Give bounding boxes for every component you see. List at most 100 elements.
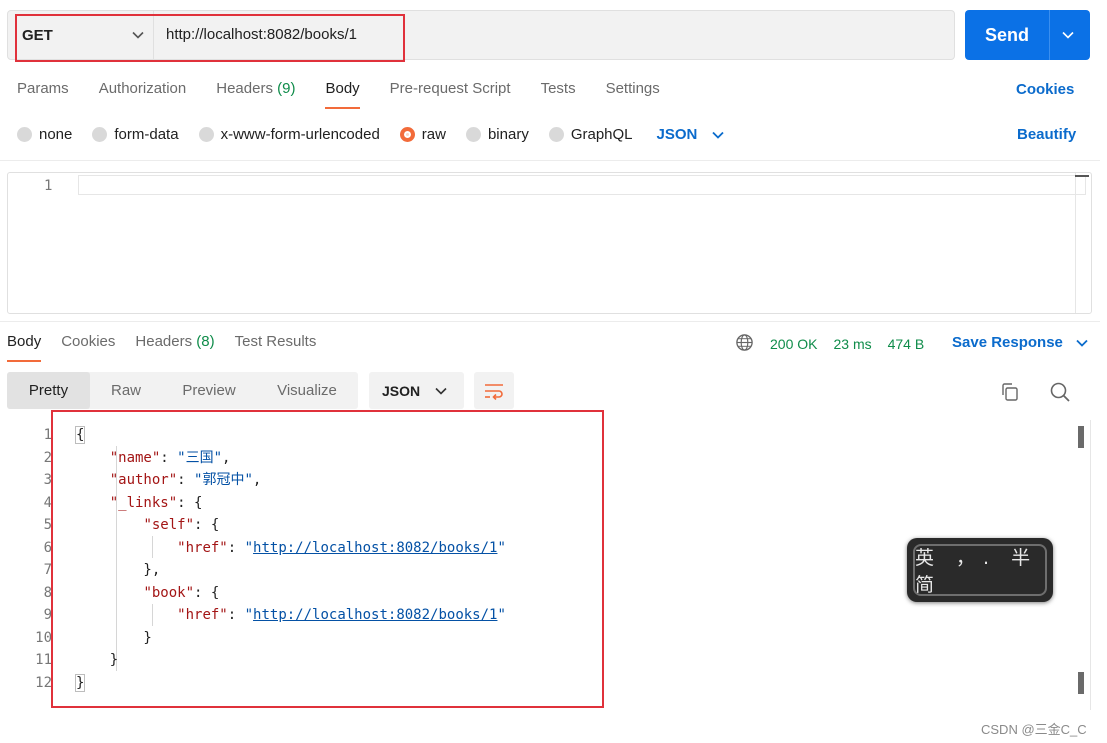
- line-number: 6: [43, 539, 52, 556]
- tab-headers[interactable]: Headers (9): [216, 80, 295, 110]
- code-line: },: [76, 562, 161, 578]
- line-number: 12: [35, 674, 52, 691]
- tab-label: Cookies: [61, 333, 116, 350]
- ime-indicator[interactable]: 英 ，. 半 简: [907, 538, 1053, 602]
- tab-test-results[interactable]: Test Results: [235, 333, 317, 363]
- chevron-down-icon: [435, 387, 447, 395]
- wrap-lines-button[interactable]: [474, 372, 514, 409]
- json-key: "name": [109, 449, 161, 466]
- json-link[interactable]: http://localhost:8082/books/1: [253, 540, 497, 556]
- divider: [153, 11, 154, 59]
- tab-preview[interactable]: Preview: [162, 372, 256, 409]
- json-key: "_links": [109, 494, 178, 511]
- tab-body[interactable]: Body: [325, 80, 360, 110]
- tab-label: Settings: [605, 80, 660, 97]
- cookies-link[interactable]: Cookies: [1016, 81, 1074, 98]
- tab-label: Params: [17, 80, 69, 97]
- code-line: "href": "http://localhost:8082/books/1": [177, 539, 506, 556]
- radio-label: none: [39, 126, 73, 143]
- tab-raw[interactable]: Raw: [90, 372, 162, 409]
- scrollbar-track[interactable]: [1090, 420, 1091, 710]
- search-icon[interactable]: [1049, 381, 1071, 407]
- radio-graphql[interactable]: GraphQL: [548, 126, 633, 143]
- code-line: "book": {: [143, 584, 220, 601]
- tab-params[interactable]: Params: [17, 80, 69, 110]
- code-lines: { "name": "三国", "author": "郭冠中", "_links…: [74, 424, 506, 695]
- line-number: 2: [43, 449, 52, 466]
- radio-form-data[interactable]: form-data: [92, 126, 179, 143]
- code-line: "_links": {: [109, 494, 203, 511]
- body-format-select[interactable]: JSON: [657, 126, 726, 143]
- line-number: 3: [43, 472, 52, 488]
- tab-response-cookies[interactable]: Cookies: [61, 333, 115, 363]
- send-button[interactable]: Send: [965, 10, 1090, 60]
- tab-label: Body: [325, 80, 360, 97]
- line-number: 4: [43, 494, 52, 511]
- tab-settings[interactable]: Settings: [606, 80, 660, 110]
- tab-tests[interactable]: Tests: [541, 80, 576, 110]
- response-format-select[interactable]: JSON: [369, 372, 464, 409]
- watermark: CSDN @三金C_C: [981, 722, 1087, 737]
- radio-dot: [92, 127, 108, 142]
- radio-binary[interactable]: binary: [465, 126, 529, 143]
- code-line: "name": "三国",: [109, 449, 231, 466]
- line-number: 8: [43, 584, 52, 601]
- json-key: "href": [177, 539, 228, 556]
- request-body-editor[interactable]: 1: [7, 172, 1092, 314]
- tab-visualize[interactable]: Visualize: [256, 372, 358, 409]
- radio-dot-selected: [399, 127, 415, 142]
- json-link[interactable]: http://localhost:8082/books/1: [253, 607, 497, 623]
- brace: {: [74, 426, 86, 444]
- method-select[interactable]: GET: [8, 11, 153, 59]
- save-response-button[interactable]: Save Response: [952, 334, 1089, 351]
- json-value: "郭冠中": [194, 472, 253, 488]
- response-time[interactable]: 23 ms: [833, 336, 871, 352]
- ime-label: 英 ，. 半 简: [913, 544, 1047, 596]
- response-size[interactable]: 474 B: [888, 336, 925, 352]
- tab-label: Test Results: [234, 333, 317, 350]
- scrollbar[interactable]: [1075, 173, 1091, 313]
- chevron-down-icon[interactable]: [1061, 28, 1075, 46]
- radio-label: form-data: [114, 126, 179, 143]
- tab-count: (8): [196, 333, 215, 350]
- tab-response-body[interactable]: Body: [7, 333, 42, 363]
- beautify-link[interactable]: Beautify: [1017, 126, 1076, 143]
- current-line: [78, 175, 1086, 195]
- scrollbar-thumb[interactable]: [1078, 672, 1084, 694]
- line-number: 1: [44, 178, 53, 194]
- body-type-options: none form-data x-www-form-urlencoded raw…: [17, 126, 725, 143]
- response-tabs: Body Cookies Headers (8) Test Results: [7, 333, 336, 363]
- chevron-down-icon: [712, 131, 725, 139]
- tab-response-headers[interactable]: Headers (8): [135, 333, 214, 363]
- radio-label: x-www-form-urlencoded: [220, 126, 380, 143]
- radio-raw[interactable]: raw: [399, 126, 446, 143]
- brace: }: [74, 673, 86, 692]
- view-mode-tabs: Pretty Raw Preview Visualize: [7, 372, 358, 409]
- status-code[interactable]: 200 OK: [770, 336, 817, 352]
- radio-none[interactable]: none: [17, 126, 72, 143]
- code-line: {: [74, 424, 506, 447]
- code-line: }: [74, 672, 506, 695]
- tab-count: (9): [277, 80, 296, 97]
- line-number: 7: [43, 562, 52, 578]
- send-label: Send: [984, 25, 1029, 45]
- code-line: "href": "http://localhost:8082/books/1": [177, 607, 506, 623]
- tab-pre-request-script[interactable]: Pre-request Script: [390, 80, 511, 110]
- tab-label: Pre-request Script: [389, 80, 511, 97]
- radio-label: binary: [487, 126, 529, 143]
- scrollbar-thumb[interactable]: [1078, 426, 1084, 448]
- radio-x-www-form-urlencoded[interactable]: x-www-form-urlencoded: [198, 126, 380, 143]
- line-number: 10: [35, 629, 52, 646]
- wrap-lines-icon: [485, 383, 503, 400]
- line-number: 11: [35, 652, 52, 668]
- url-input[interactable]: http://localhost:8082/books/1: [166, 11, 357, 59]
- line-gutter: 1 2 3 4 5 6 7 8 9 10 11 12: [0, 424, 58, 694]
- radio-dot: [198, 127, 214, 142]
- json-key: "href": [177, 607, 228, 623]
- divider: [0, 160, 1100, 161]
- copy-icon[interactable]: [1000, 382, 1020, 406]
- tab-label: Headers: [135, 333, 193, 350]
- tab-pretty[interactable]: Pretty: [7, 372, 90, 409]
- globe-icon[interactable]: [735, 333, 754, 355]
- tab-authorization[interactable]: Authorization: [99, 80, 187, 110]
